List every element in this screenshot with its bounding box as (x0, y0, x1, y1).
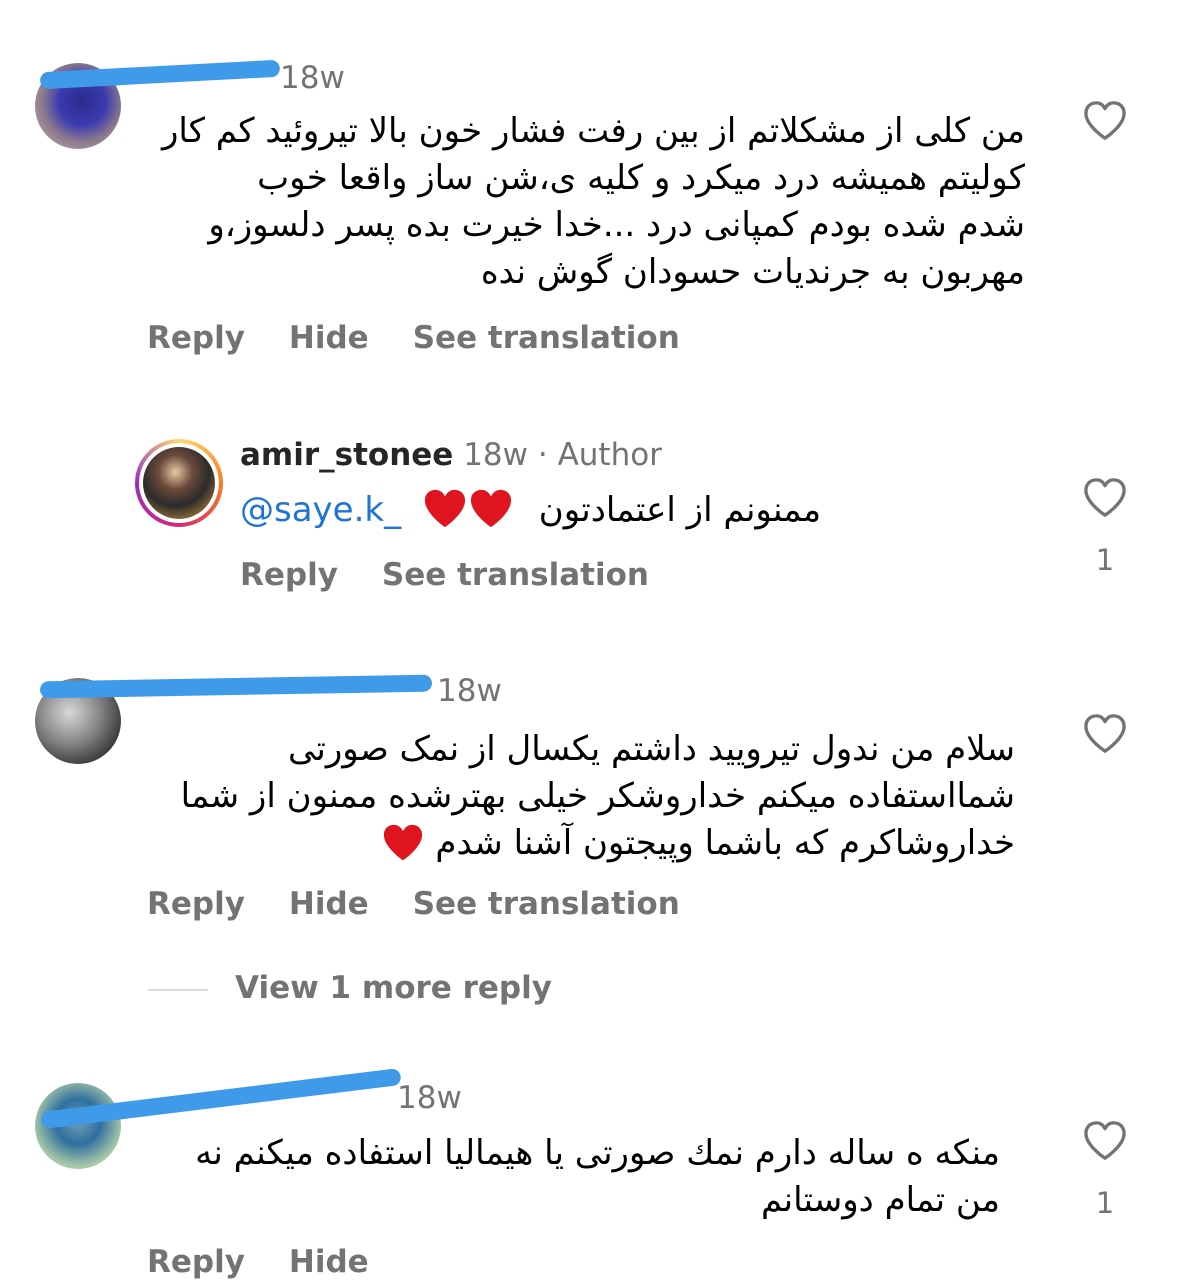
red-heart-emoji (383, 824, 422, 861)
like-heart-icon[interactable] (1082, 713, 1128, 755)
username[interactable]: amir_stonee (240, 437, 453, 473)
red-heart-emoji (424, 489, 465, 528)
red-heart-emoji (470, 489, 511, 528)
timestamp: 18w (397, 1080, 462, 1116)
hide-button[interactable]: Hide (289, 886, 369, 922)
reply-button[interactable]: Reply (240, 557, 338, 593)
timestamp: 18w (280, 60, 345, 96)
see-translation-button[interactable]: See translation (382, 557, 649, 593)
comment-text: من کلی از مشکلاتم از بین رفت فشار خون با… (161, 111, 1025, 292)
like-heart-icon[interactable] (1082, 100, 1128, 142)
comment-actions: Reply Hide See translation (147, 886, 724, 922)
timestamp: 18w (463, 437, 528, 473)
timestamp: 18w (437, 673, 502, 709)
comment-text: سلام من ندول تیرویید داشتم یکسال از نمک … (180, 729, 1015, 863)
reply-button[interactable]: Reply (147, 320, 245, 356)
reply-text: ممنونم از اعتمادتون (538, 490, 822, 530)
comment-meta: 18w (437, 673, 502, 709)
see-translation-button[interactable]: See translation (413, 320, 680, 356)
mention-link[interactable]: @saye.k_ (240, 490, 401, 530)
avatar-story-ring[interactable] (135, 439, 223, 527)
comment-meta: 18w (397, 1080, 462, 1116)
see-translation-button[interactable]: See translation (413, 886, 680, 922)
view-more-replies-button[interactable]: View 1 more reply (235, 970, 552, 1006)
comment-meta: amir_stonee 18w · Author (240, 437, 662, 473)
comment-text: @saye.k_ ممنونم از اعتمادتون (240, 488, 821, 530)
comment-meta: 18w (280, 60, 345, 96)
like-count: 1 (1095, 1186, 1115, 1220)
reply-button[interactable]: Reply (147, 1244, 245, 1280)
like-heart-icon[interactable] (1082, 477, 1128, 519)
comment-actions: Reply See translation (240, 557, 693, 593)
comment-actions: Reply Hide See translation (147, 320, 724, 356)
hide-button[interactable]: Hide (289, 1244, 369, 1280)
like-count: 1 (1095, 543, 1115, 577)
view-more-divider (148, 989, 208, 991)
hide-button[interactable]: Hide (289, 320, 369, 356)
comment-actions: Reply Hide (147, 1244, 413, 1280)
comment-text: منکه ه ساله دارم نمك صورتى يا هيماليا اس… (195, 1133, 1000, 1220)
reply-button[interactable]: Reply (147, 886, 245, 922)
author-badge: · Author (537, 437, 662, 473)
redacted-username (39, 674, 433, 699)
like-heart-icon[interactable] (1082, 1120, 1128, 1162)
